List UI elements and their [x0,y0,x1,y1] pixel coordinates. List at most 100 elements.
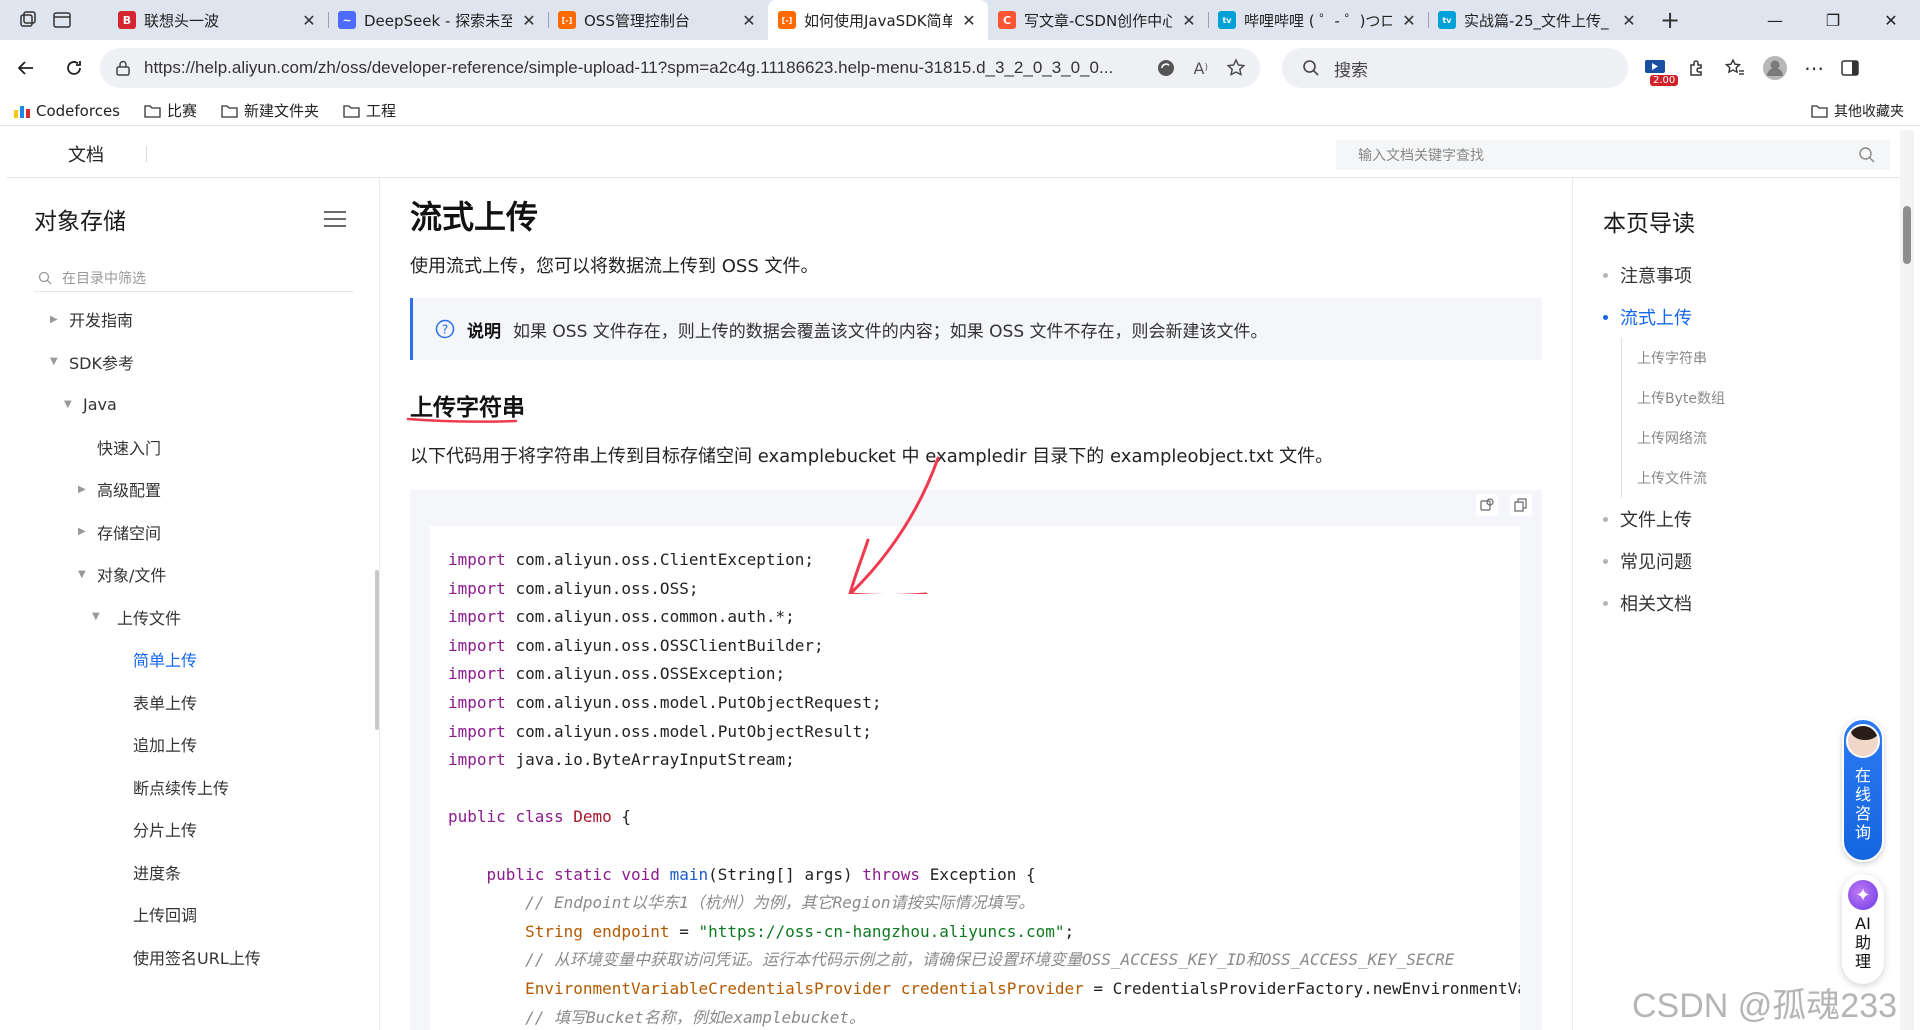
toc-subitem[interactable]: 上传文件流 [1603,458,1725,498]
toc-item[interactable]: 常见问题 [1603,540,1725,582]
toc-item[interactable]: 文件上传 [1603,498,1725,540]
sidebar-item[interactable]: ▼ 上传文件 [6,596,366,639]
copy-icon[interactable] [1510,494,1532,516]
read-aloud-icon[interactable]: A) [1194,59,1208,78]
sidebar-item[interactable]: ▼ 对象/文件 [6,553,366,596]
online-consult-button[interactable]: 在线咨询 [1842,718,1884,862]
extension-video-icon[interactable]: 2.00 [1640,53,1679,86]
more-menu-icon[interactable]: ⋯ [1804,56,1824,80]
caret-right-icon[interactable]: ▶ [50,314,58,325]
intro-text: 使用流式上传，您可以将数据流上传到 OSS 文件。 [410,256,819,277]
browser-tab[interactable]: tv 实战篇-25_文件上传_ ✕ [1428,0,1648,40]
extensions-puzzle-icon[interactable] [1686,57,1708,79]
bookmark-folder-contest[interactable]: 比赛 [144,100,197,121]
sidebar-item[interactable]: 上传回调 [6,893,366,936]
keyword-import: import [448,550,506,569]
favorite-star-icon[interactable] [1226,58,1246,78]
sidebar-item[interactable]: 分片上传 [6,808,366,851]
browser-tab[interactable]: [-] OSS管理控制台 ✕ [548,0,768,40]
back-button[interactable] [2,48,50,88]
browser-tab[interactable]: C 写文章-CSDN创作中心 ✕ [988,0,1208,40]
bullet-dot-icon [1603,600,1608,606]
caret-down-icon[interactable]: ▼ [64,399,72,410]
restore-button[interactable]: ❐ [1804,11,1862,30]
sidebar-toggle-icon[interactable] [1840,58,1860,78]
page-scrollbar-thumb[interactable] [1903,206,1911,264]
sidebar-scrollbar[interactable] [375,570,379,730]
bookmark-codeforces[interactable]: Codeforces [14,102,120,120]
close-tab-icon[interactable]: ✕ [1180,11,1198,30]
favorites-icon[interactable] [1724,57,1746,79]
close-tab-icon[interactable]: ✕ [1620,11,1638,30]
browser-tab[interactable]: [-] 如何使用JavaSDK简单 ✕ [768,0,988,40]
ai-assistant-button[interactable]: ✦ AI助理 [1842,874,1884,984]
svg-text:?: ? [442,323,448,337]
open-in-editor-icon[interactable] [1476,494,1498,516]
browser-tab[interactable]: tv 哔哩哔哩 ( ゜- ゜)つロ ✕ [1208,0,1428,40]
url-text[interactable]: https://help.aliyun.com/zh/oss/developer… [144,58,1144,78]
sidebar-item[interactable]: ▶ 存储空间 [6,511,366,554]
caret-right-icon[interactable]: ▶ [78,526,86,537]
toc-item[interactable]: 注意事项 [1603,254,1725,296]
sidebar-item[interactable]: 使用签名URL上传 [6,936,366,979]
sidebar-item[interactable]: 快速入门 [6,426,366,469]
close-window-button[interactable]: ✕ [1862,11,1920,30]
caret-down-icon[interactable]: ▼ [92,611,100,622]
refresh-button[interactable] [50,48,98,88]
translate-icon[interactable] [1156,58,1176,78]
close-tab-icon[interactable]: ✕ [1400,11,1418,30]
sidebar-item[interactable]: 断点续传上传 [6,766,366,809]
sidebar-item[interactable]: 表单上传 [6,681,366,724]
browser-tab[interactable]: B 联想头一波 ✕ [108,0,328,40]
sidebar-item[interactable]: ▼ Java [6,383,366,426]
toc-subitem[interactable]: 上传Byte数组 [1603,378,1725,418]
class-name: Demo [573,807,612,827]
sidebar-title: 对象存储 [34,209,126,235]
menu-toggle-icon[interactable] [324,210,346,232]
doc-nav-label[interactable]: 文档 [68,141,104,167]
code-comment: // 从环境变量中获取访问凭证。运行本代码示例之前，请确保已设置环境变量OSS_… [525,950,1455,970]
sidebar-item[interactable]: ▼ SDK参考 [6,341,366,384]
sidebar-filter-input[interactable]: 在目录中筛选 [34,264,354,292]
close-tab-icon[interactable]: ✕ [520,11,538,30]
bookmark-folder-project[interactable]: 工程 [343,100,396,121]
doc-search-input[interactable]: 输入文档关键字查找 [1336,140,1890,170]
sidebar-item-label: 分片上传 [133,821,198,841]
close-tab-icon[interactable]: ✕ [740,11,758,30]
sidebar-item[interactable]: ▶ 开发指南 [6,298,366,341]
new-tab-button[interactable]: + [1648,0,1692,40]
sidebar-item-label: 高级配置 [97,481,162,501]
workspaces-icon[interactable] [18,10,38,30]
sidebar-item[interactable]: 进度条 [6,851,366,894]
browser-tab[interactable]: ~ DeepSeek - 探索未至 ✕ [328,0,548,40]
toc-item[interactable]: 流式上传 [1603,296,1725,338]
code-line: import com.aliyun.oss.model.PutObjectReq… [448,689,1520,718]
search-icon[interactable] [1858,146,1876,164]
lock-icon[interactable] [114,59,132,77]
sidebar-item-label: 断点续传上传 [133,778,230,798]
tab-title: DeepSeek - 探索未至 [364,11,512,30]
code-content[interactable]: import com.aliyun.oss.ClientException; im… [430,526,1520,1030]
other-bookmarks[interactable]: 其他收藏夹 [1811,101,1904,121]
browser-search-box[interactable]: 搜索 [1282,48,1628,88]
minimize-button[interactable]: — [1746,11,1804,30]
url-bar[interactable]: https://help.aliyun.com/zh/oss/developer… [100,48,1260,88]
sidebar-item[interactable]: 简单上传 [6,638,366,681]
sidebar-item[interactable]: 追加上传 [6,723,366,766]
import-path: com.aliyun.oss.common.auth.*; [515,607,795,627]
toc-item[interactable]: 相关文档 [1603,582,1725,624]
profile-avatar-icon[interactable] [1762,55,1788,81]
page-scrollbar[interactable] [1900,130,1914,1030]
toc-subitem[interactable]: 上传字符串 [1603,338,1725,378]
toc-subitem-label: 上传文件流 [1637,471,1707,487]
caret-down-icon[interactable]: ▼ [50,356,58,367]
bookmark-folder-new[interactable]: 新建文件夹 [221,100,319,121]
close-tab-icon[interactable]: ✕ [960,11,978,30]
caret-right-icon[interactable]: ▶ [78,484,86,495]
tab-actions-icon[interactable] [52,10,72,30]
code-line: import com.aliyun.oss.ClientException; [448,546,1520,575]
toc-subitem[interactable]: 上传网络流 [1603,418,1725,458]
sidebar-item[interactable]: ▶ 高级配置 [6,468,366,511]
caret-down-icon[interactable]: ▼ [78,569,86,580]
close-tab-icon[interactable]: ✕ [300,11,318,30]
